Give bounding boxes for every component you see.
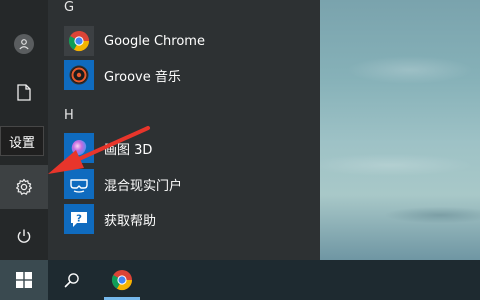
- taskbar-search-button[interactable]: [48, 260, 96, 300]
- app-item-paint-3d[interactable]: 画图 3D: [60, 131, 310, 165]
- start-button[interactable]: [0, 260, 48, 300]
- windows-logo-icon: [16, 272, 32, 288]
- desktop-wallpaper: [320, 0, 480, 260]
- paint-3d-icon: [64, 133, 94, 163]
- app-label: 混合现实门户: [104, 178, 183, 194]
- app-label: Google Chrome: [104, 33, 205, 49]
- documents-button[interactable]: [0, 70, 48, 114]
- taskbar-chrome-button[interactable]: [98, 260, 146, 300]
- mixed-reality-icon: [64, 169, 94, 199]
- taskbar: [0, 260, 480, 300]
- user-avatar-icon: [14, 34, 34, 54]
- settings-button[interactable]: [0, 165, 48, 209]
- app-label: 获取帮助: [104, 213, 157, 229]
- get-help-icon: ?: [64, 204, 94, 234]
- svg-text:?: ?: [76, 214, 82, 225]
- start-menu-rail: 设置: [0, 0, 48, 260]
- app-item-groove-music[interactable]: Groove 音乐: [60, 58, 310, 92]
- app-item-google-chrome[interactable]: Google Chrome: [60, 24, 310, 58]
- user-account-button[interactable]: [0, 22, 48, 66]
- start-menu: 设置 G Google Chrome Groove 音乐 H 画图 3D 混合现…: [0, 0, 320, 260]
- app-label: Groove 音乐: [104, 69, 181, 85]
- document-icon: [17, 83, 31, 101]
- gear-icon: [16, 178, 32, 195]
- power-button[interactable]: [0, 214, 48, 258]
- app-item-mixed-reality-portal[interactable]: 混合现实门户: [60, 167, 310, 201]
- chrome-icon: [111, 270, 133, 291]
- section-header-h[interactable]: H: [64, 108, 74, 123]
- settings-tooltip: 设置: [0, 126, 44, 156]
- chrome-icon: [64, 26, 94, 56]
- search-icon: [64, 273, 79, 288]
- power-icon: [17, 229, 31, 243]
- groove-music-icon: [64, 60, 94, 90]
- section-header-g[interactable]: G: [64, 0, 74, 15]
- app-label: 画图 3D: [104, 142, 153, 158]
- app-item-get-help[interactable]: ? 获取帮助: [60, 202, 310, 236]
